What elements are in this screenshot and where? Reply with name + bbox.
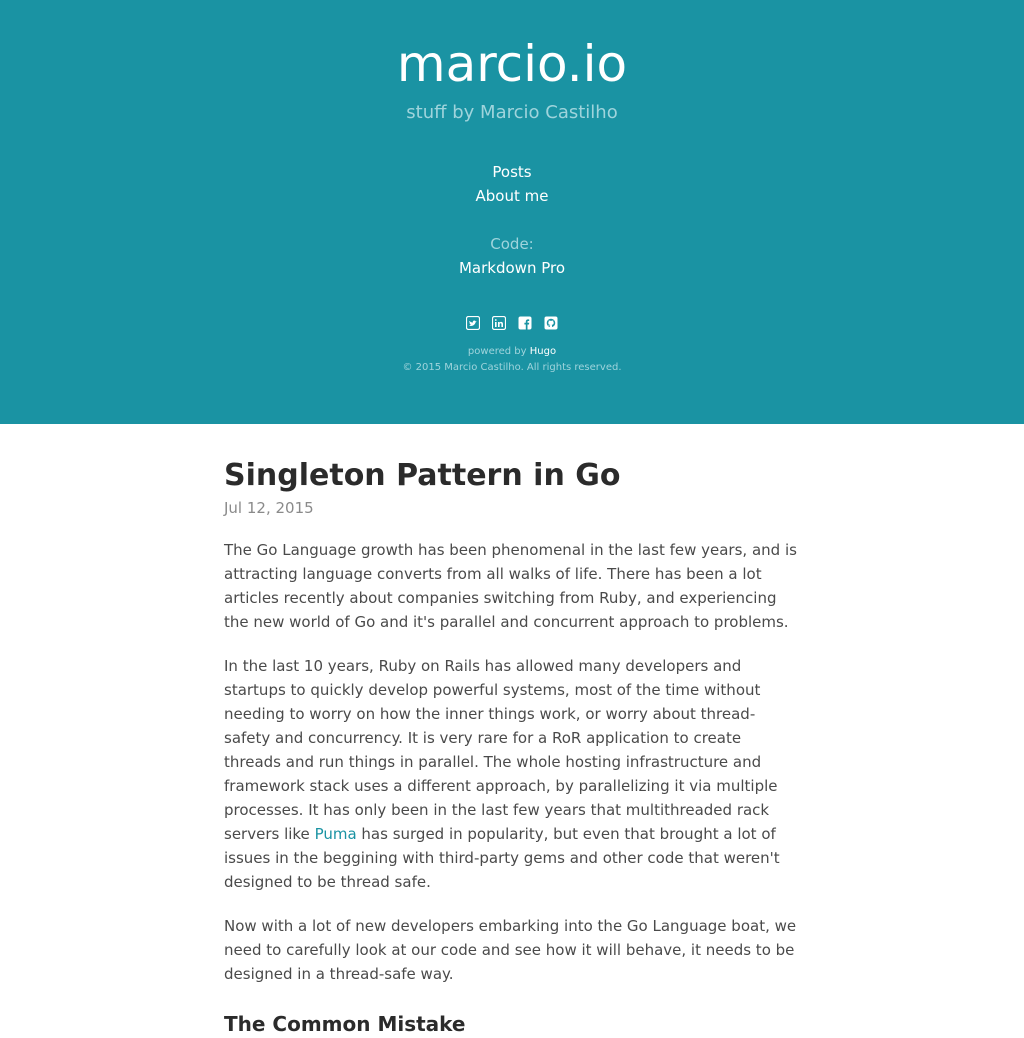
nav-markdown-pro-link[interactable]: Markdown Pro: [0, 256, 1024, 280]
puma-link[interactable]: Puma: [315, 825, 357, 843]
nav-about-link[interactable]: About me: [0, 184, 1024, 208]
nav-posts-link[interactable]: Posts: [0, 160, 1024, 184]
post-paragraph-2: In the last 10 years, Ruby on Rails has …: [224, 654, 800, 894]
site-header: marcio.io stuff by Marcio Castilho Posts…: [0, 0, 1024, 424]
facebook-icon[interactable]: [518, 316, 532, 330]
linkedin-icon[interactable]: [492, 316, 506, 330]
site-nav: Posts About me Code: Markdown Pro: [0, 160, 1024, 280]
post-paragraph-1: The Go Language growth has been phenomen…: [224, 541, 797, 631]
copyright: © 2015 Marcio Castilho. All rights reser…: [402, 362, 622, 373]
site-title[interactable]: marcio.io: [0, 32, 1024, 96]
nav-code-label: Code:: [490, 235, 534, 253]
hugo-link[interactable]: Hugo: [530, 346, 556, 357]
github-icon[interactable]: [544, 316, 558, 330]
site-subtitle: stuff by Marcio Castilho: [406, 102, 618, 123]
twitter-icon[interactable]: [466, 316, 480, 330]
powered-by: powered by Hugo: [0, 345, 1024, 359]
post-paragraph-3: Now with a lot of new developers embarki…: [224, 917, 797, 983]
post-content: Singleton Pattern in Go Jul 12, 2015 The…: [224, 424, 800, 1038]
social-links: [0, 316, 1024, 330]
post-date: Jul 12, 2015: [224, 499, 314, 517]
powered-by-label: powered by: [467, 346, 527, 357]
paragraph-2-text-start: In the last 10 years, Ruby on Rails has …: [224, 657, 778, 843]
post-title: Singleton Pattern in Go: [224, 458, 621, 493]
section-heading: The Common Mistake: [224, 1012, 466, 1036]
